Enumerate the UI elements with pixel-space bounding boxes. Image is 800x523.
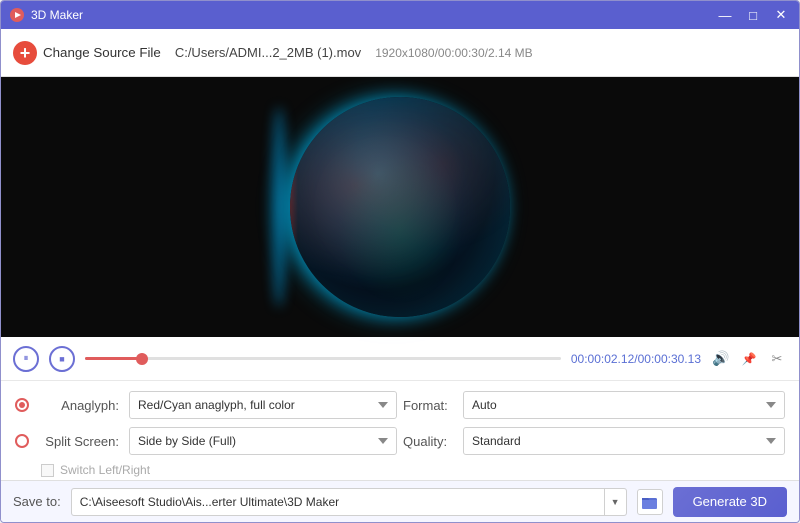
split-screen-radio[interactable] [15, 434, 29, 448]
title-bar: 3D Maker — □ ✕ [1, 1, 799, 29]
switch-row: Switch Left/Right [15, 463, 397, 477]
title-bar-controls: — □ ✕ [715, 5, 791, 25]
time-display: 00:00:02.12/00:00:30.13 [571, 352, 701, 366]
maximize-button[interactable]: □ [743, 5, 763, 25]
switch-label: Switch Left/Right [60, 463, 150, 477]
app-icon [9, 7, 25, 23]
save-path-input[interactable] [72, 489, 604, 515]
split-screen-label: Split Screen: [39, 434, 119, 449]
save-path-group: ▼ [71, 488, 627, 516]
split-screen-select[interactable]: Side by Side (Full)Side by Side (Half)Ov… [129, 427, 397, 455]
format-select[interactable]: AutoMP4AVIMOVMKV [463, 391, 785, 419]
toolbar: + Change Source File C:/Users/ADMI...2_2… [1, 29, 799, 77]
folder-icon [642, 495, 658, 509]
close-button[interactable]: ✕ [771, 5, 791, 25]
video-preview [1, 77, 799, 337]
time-total: 00:00:30.13 [638, 352, 701, 366]
pin-icon[interactable]: 📌 [739, 349, 759, 369]
anaglyph-select[interactable]: Red/Cyan anaglyph, full colorRed/Cyan an… [129, 391, 397, 419]
globe-container [290, 97, 510, 317]
save-path-dropdown-button[interactable]: ▼ [604, 489, 626, 515]
anaglyph-label: Anaglyph: [39, 398, 119, 413]
format-row: Format: AutoMP4AVIMOVMKV [403, 391, 785, 419]
progress-track[interactable] [85, 357, 561, 360]
save-label: Save to: [13, 494, 61, 509]
format-label: Format: [403, 398, 453, 413]
progress-thumb [136, 353, 148, 365]
title-bar-left: 3D Maker [9, 7, 83, 23]
switch-checkbox-item: Switch Left/Right [41, 463, 150, 477]
quality-row: Quality: StandardHighUltra [403, 427, 785, 455]
stop-button[interactable]: ■ [49, 346, 75, 372]
quality-select[interactable]: StandardHighUltra [463, 427, 785, 455]
minimize-button[interactable]: — [715, 5, 735, 25]
source-meta: 1920x1080/00:00:30/2.14 MB [375, 46, 532, 60]
playback-bar: ⏸ ■ 00:00:02.12/00:00:30.13 🔊 📌 ✂ [1, 337, 799, 381]
split-screen-row: Split Screen: Side by Side (Full)Side by… [15, 427, 397, 455]
pause-icon: ⏸ [24, 353, 29, 364]
volume-icon[interactable]: 🔊 [711, 349, 731, 369]
pause-button[interactable]: ⏸ [13, 346, 39, 372]
stop-icon: ■ [59, 354, 64, 364]
switch-checkbox[interactable] [41, 464, 54, 477]
source-filename: C:/Users/ADMI...2_2MB (1).mov [175, 45, 361, 60]
anaglyph-row: Anaglyph: Red/Cyan anaglyph, full colorR… [15, 391, 397, 419]
save-browse-button[interactable] [637, 489, 663, 515]
quality-label: Quality: [403, 434, 453, 449]
globe-visual [290, 97, 510, 317]
app-window: 3D Maker — □ ✕ + Change Source File C:/U… [0, 0, 800, 523]
globe-glow [272, 107, 286, 307]
generate-3d-button[interactable]: Generate 3D [673, 487, 787, 517]
playback-icons: 🔊 📌 ✂ [711, 349, 787, 369]
time-current: 00:00:02.12 [571, 352, 634, 366]
plus-icon: + [13, 41, 37, 65]
app-title: 3D Maker [31, 8, 83, 22]
scissors-icon[interactable]: ✂ [767, 349, 787, 369]
change-source-button[interactable]: + Change Source File [13, 41, 161, 65]
change-source-label: Change Source File [43, 45, 161, 60]
progress-fill [85, 357, 142, 360]
save-bar: Save to: ▼ Generate 3D [1, 480, 799, 522]
anaglyph-radio[interactable] [15, 398, 29, 412]
